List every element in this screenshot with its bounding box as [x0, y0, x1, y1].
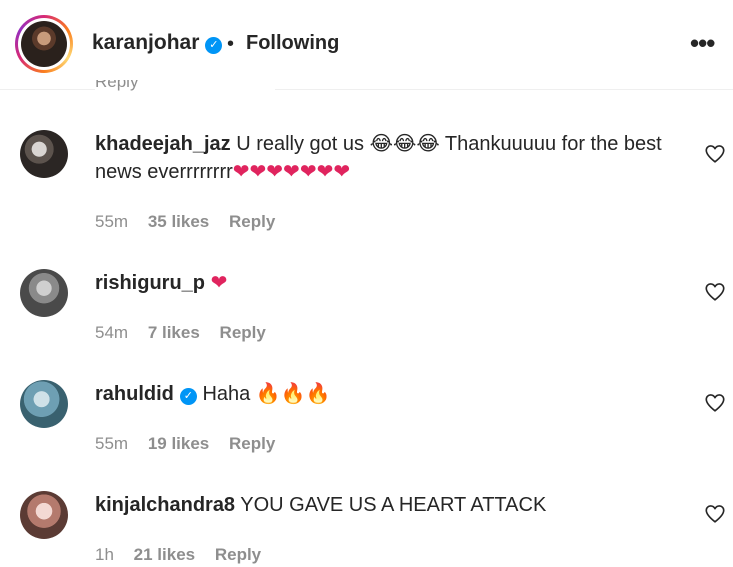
avatar[interactable] [21, 21, 67, 67]
comment-username[interactable]: kinjalchandra8 [95, 494, 235, 516]
comment-hearts: ❤❤❤❤❤❤❤ [232, 161, 351, 183]
reply-button[interactable]: Reply [229, 434, 275, 453]
heart-outline-icon[interactable] [704, 143, 726, 165]
comment-body: Haha 🔥🔥🔥 [202, 383, 331, 405]
comment-body: YOU GAVE US A HEART ATTACK [240, 494, 547, 516]
comment-text: rahuldid ✓ Haha 🔥🔥🔥 [95, 380, 670, 408]
comment-likes[interactable]: 21 likes [134, 545, 195, 564]
comment-meta: 55m 19 likes Reply [95, 434, 290, 454]
verified-badge-icon: ✓ [179, 388, 197, 405]
reply-button[interactable]: Reply [215, 545, 261, 564]
avatar[interactable] [20, 491, 68, 539]
reply-button[interactable]: Reply [220, 323, 266, 342]
comment-heart: ❤ [210, 272, 228, 294]
comment-text: rishiguru_p ❤ [95, 269, 670, 297]
comment-time[interactable]: 55m [95, 212, 128, 231]
comment-likes[interactable]: 35 likes [148, 212, 209, 231]
separator-dot: • [227, 33, 235, 55]
comment-likes[interactable]: 7 likes [148, 323, 200, 342]
comment-username[interactable]: rishiguru_p [95, 272, 205, 294]
comment-likes[interactable]: 19 likes [148, 434, 209, 453]
avatar[interactable] [20, 130, 68, 178]
avatar-frame [18, 18, 70, 70]
post-header: karanjohar ✓ • Following ••• Reply [0, 0, 733, 92]
comment-time[interactable]: 1h [95, 545, 114, 564]
comment-time[interactable]: 55m [95, 434, 128, 453]
comment-text: khadeejah_jaz U really got us 😂😂😂 Thanku… [95, 130, 670, 186]
heart-outline-icon[interactable] [704, 392, 726, 414]
avatar[interactable] [20, 380, 68, 428]
verified-badge-icon: ✓ [205, 37, 223, 54]
comment-time[interactable]: 54m [95, 323, 128, 342]
comment-meta: 55m 35 likes Reply [95, 212, 290, 232]
comment-text: kinjalchandra8 YOU GAVE US A HEART ATTAC… [95, 491, 670, 519]
comment-meta: 1h 21 likes Reply [95, 545, 276, 565]
header-username[interactable]: karanjohar [92, 31, 199, 54]
heart-outline-icon[interactable] [704, 503, 726, 525]
cut-off-text: Reply [95, 80, 275, 92]
following-button[interactable]: Following [246, 32, 339, 55]
story-ring[interactable] [15, 15, 73, 73]
cut-off-label: Reply [95, 80, 139, 91]
heart-outline-icon[interactable] [704, 281, 726, 303]
reply-button[interactable]: Reply [229, 212, 275, 231]
comment-username[interactable]: rahuldid [95, 383, 174, 405]
header-username-row: karanjohar ✓ [92, 31, 223, 55]
comment-meta: 54m 7 likes Reply [95, 323, 281, 343]
comment-username[interactable]: khadeejah_jaz [95, 133, 231, 155]
more-options-icon[interactable]: ••• [690, 30, 715, 56]
avatar[interactable] [20, 269, 68, 317]
